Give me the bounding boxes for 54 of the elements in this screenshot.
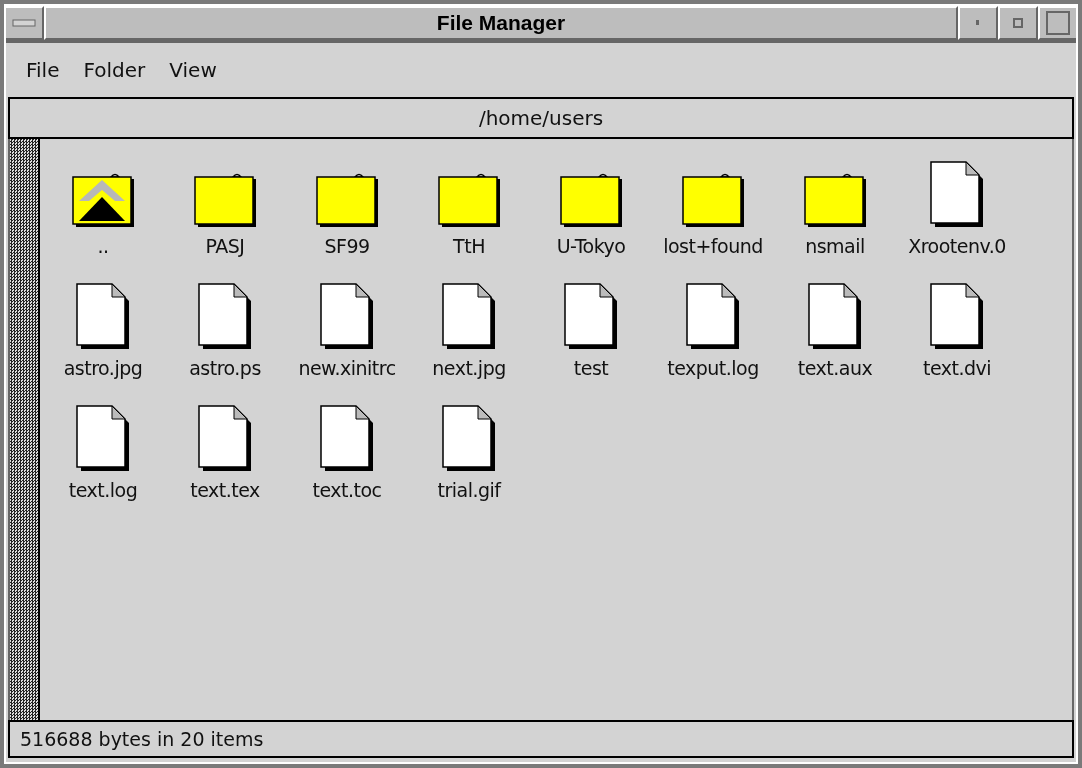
item-label[interactable]: .. (97, 235, 109, 257)
item-label[interactable]: astro.ps (189, 357, 261, 379)
item-label[interactable]: SF99 (324, 235, 370, 257)
document-icon (76, 283, 130, 349)
document-icon (198, 283, 252, 349)
document-icon (930, 283, 984, 349)
menu-item[interactable]: View (169, 58, 217, 82)
item-label[interactable]: nsmail (805, 235, 865, 257)
fullscreen-button[interactable] (1038, 6, 1078, 40)
document-icon (686, 283, 740, 349)
item-label[interactable]: text.log (68, 479, 138, 501)
item-label[interactable]: texput.log (667, 357, 759, 379)
document-icon (320, 405, 374, 471)
document-icon (198, 405, 252, 471)
item-label[interactable]: TtH (453, 235, 485, 257)
minimize-button[interactable] (958, 6, 998, 40)
document-icon (76, 405, 130, 471)
item-label[interactable]: test (573, 357, 609, 379)
document-icon (442, 283, 496, 349)
document-icon (564, 283, 618, 349)
document-icon (808, 283, 862, 349)
document-icon (320, 283, 374, 349)
item-label[interactable]: next.jpg (432, 357, 506, 379)
item-label[interactable]: text.toc (312, 479, 382, 501)
item-label[interactable]: new.xinitrc (298, 357, 396, 379)
item-label[interactable]: U-Tokyo (556, 235, 626, 257)
square-icon (1046, 11, 1070, 35)
maximize-icon (1013, 18, 1023, 28)
menu-item[interactable]: Folder (83, 58, 146, 82)
maximize-button[interactable] (998, 6, 1038, 40)
parent-folder-icon (71, 171, 135, 227)
window-menu-button[interactable] (4, 6, 44, 40)
minimize-icon (976, 20, 980, 26)
bar-icon (12, 19, 36, 27)
item-label[interactable]: PASJ (205, 235, 245, 257)
document-icon (442, 405, 496, 471)
item-label[interactable]: text.aux (797, 357, 873, 379)
item-label[interactable]: text.dvi (922, 357, 992, 379)
status-bar: 516688 bytes in 20 items (8, 720, 1074, 758)
folder-icon (315, 171, 379, 227)
folder-icon (559, 171, 623, 227)
item-label[interactable]: lost+found (663, 235, 763, 257)
path-bar: /home/users (8, 97, 1074, 139)
folder-icon (681, 171, 745, 227)
folder-icon (437, 171, 501, 227)
document-icon (930, 161, 984, 227)
window-title: File Manager (44, 6, 958, 40)
item-label[interactable]: astro.jpg (63, 357, 143, 379)
folder-icon (803, 171, 867, 227)
item-label[interactable]: Xrootenv.0 (908, 235, 1006, 257)
item-label[interactable]: text.tex (190, 479, 260, 501)
menu-item[interactable]: File (26, 58, 60, 82)
folder-icon (193, 171, 257, 227)
item-label[interactable]: trial.gif (437, 479, 501, 501)
